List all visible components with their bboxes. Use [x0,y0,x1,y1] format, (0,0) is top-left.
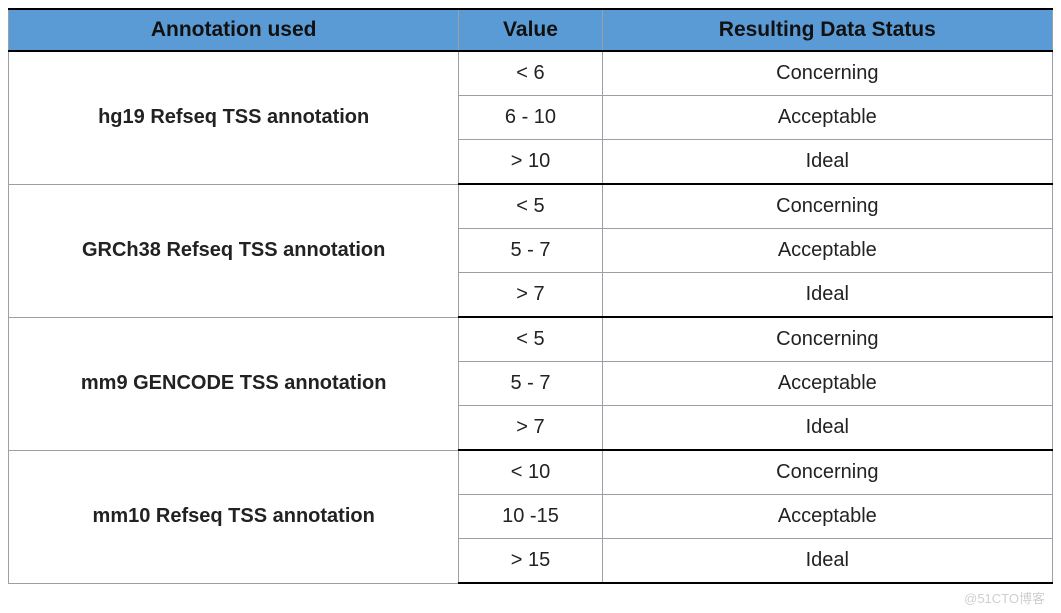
value-cell: 6 - 10 [459,96,602,140]
status-cell: Concerning [602,450,1052,495]
annotation-cell: hg19 Refseq TSS annotation [9,51,459,184]
status-cell: Acceptable [602,96,1052,140]
value-cell: 5 - 7 [459,229,602,273]
value-cell: < 5 [459,317,602,362]
table-row: GRCh38 Refseq TSS annotation < 5 Concern… [9,184,1053,229]
value-cell: > 7 [459,273,602,318]
value-cell: < 5 [459,184,602,229]
table-row: mm9 GENCODE TSS annotation < 5 Concernin… [9,317,1053,362]
col-header-value: Value [459,9,602,51]
col-header-annotation: Annotation used [9,9,459,51]
value-cell: > 7 [459,406,602,451]
status-cell: Concerning [602,51,1052,96]
annotation-table: Annotation used Value Resulting Data Sta… [8,8,1053,584]
value-cell: > 15 [459,539,602,584]
annotation-cell: mm9 GENCODE TSS annotation [9,317,459,450]
status-cell: Acceptable [602,495,1052,539]
watermark-text: @51CTO博客 [964,588,1045,607]
value-cell: > 10 [459,140,602,185]
status-cell: Ideal [602,406,1052,451]
annotation-cell: GRCh38 Refseq TSS annotation [9,184,459,317]
table-row: mm10 Refseq TSS annotation < 10 Concerni… [9,450,1053,495]
status-cell: Acceptable [602,229,1052,273]
status-cell: Concerning [602,317,1052,362]
value-cell: 10 -15 [459,495,602,539]
value-cell: < 6 [459,51,602,96]
status-cell: Ideal [602,539,1052,584]
status-cell: Concerning [602,184,1052,229]
status-cell: Acceptable [602,362,1052,406]
annotation-cell: mm10 Refseq TSS annotation [9,450,459,583]
status-cell: Ideal [602,273,1052,318]
table-row: hg19 Refseq TSS annotation < 6 Concernin… [9,51,1053,96]
value-cell: < 10 [459,450,602,495]
status-cell: Ideal [602,140,1052,185]
value-cell: 5 - 7 [459,362,602,406]
table-header-row: Annotation used Value Resulting Data Sta… [9,9,1053,51]
col-header-status: Resulting Data Status [602,9,1052,51]
